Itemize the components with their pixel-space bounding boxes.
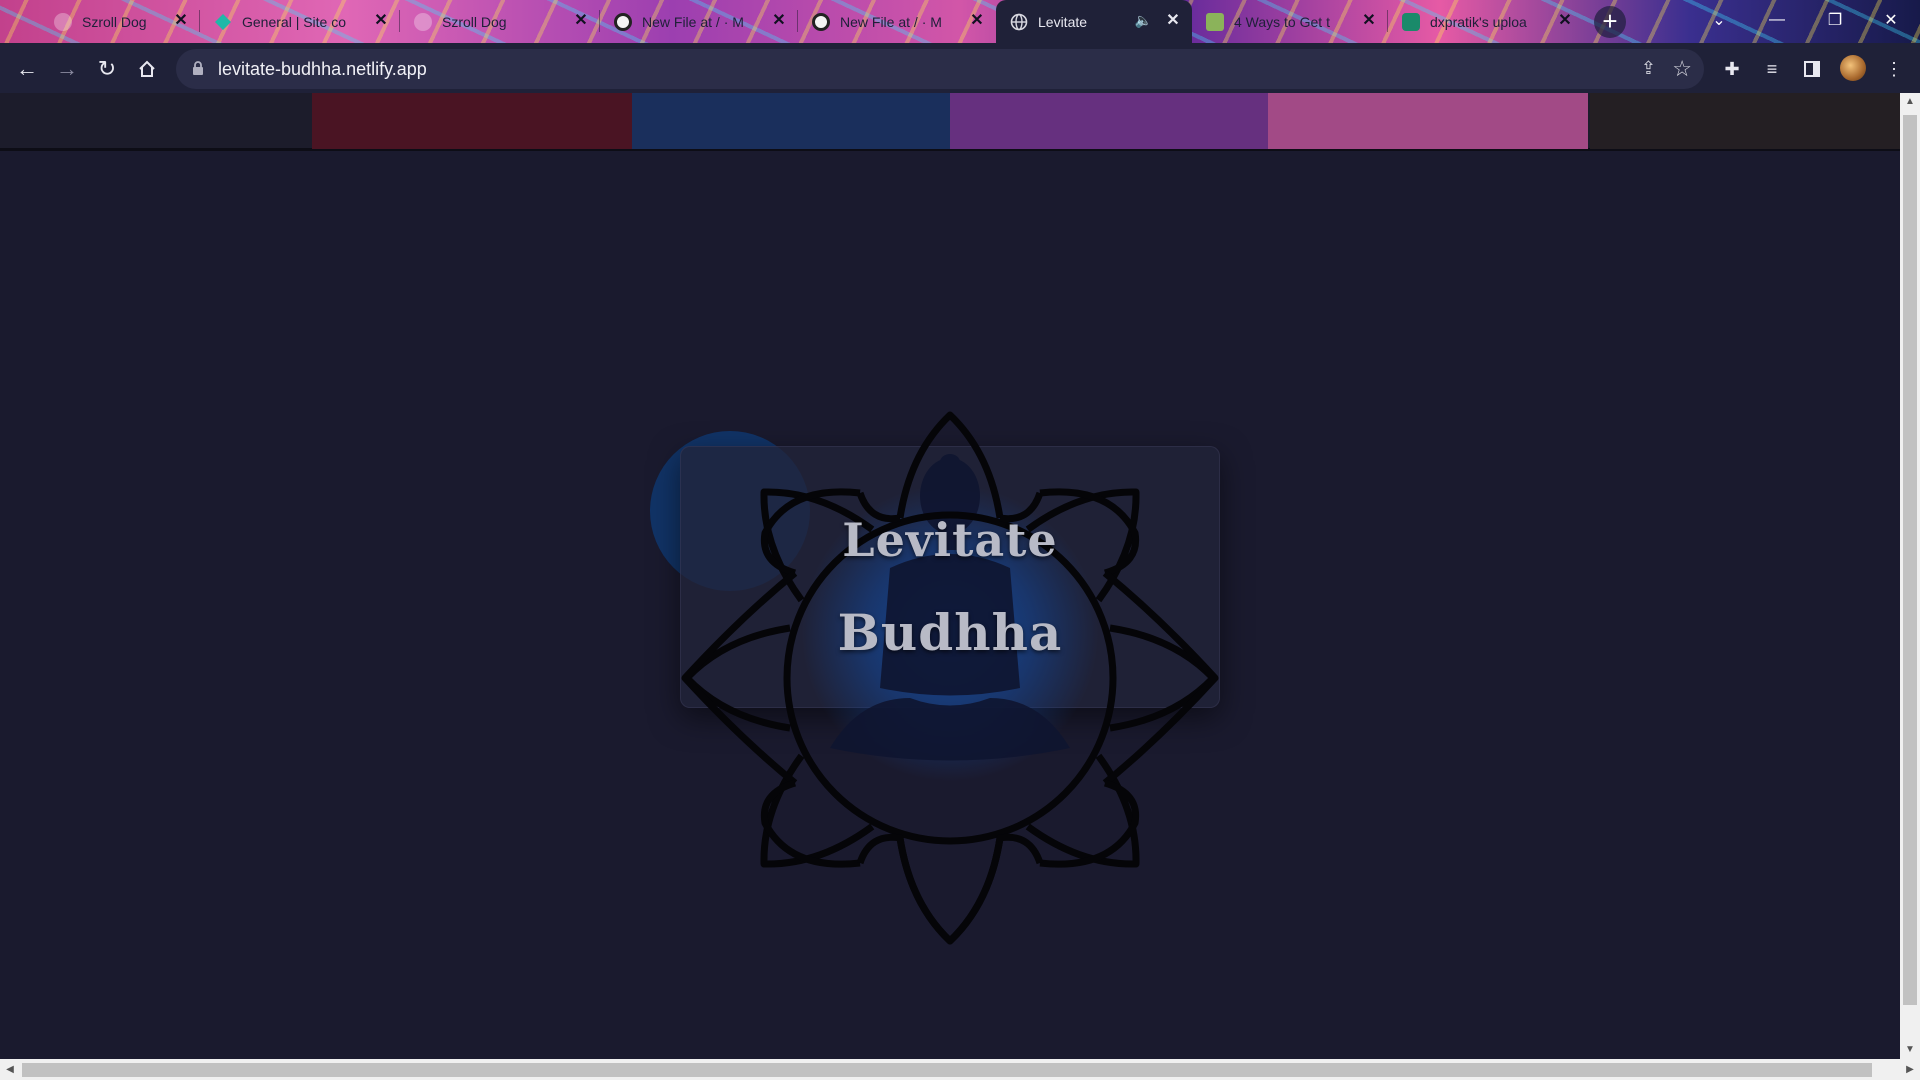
tab-title: Levitate	[1038, 13, 1088, 30]
tab-3[interactable]: New File at / · M ✕	[600, 0, 798, 43]
page-viewport: Levitate Budhha	[0, 93, 1900, 1059]
close-window-icon[interactable]: ✕	[1862, 0, 1920, 40]
brand-title-line-1: Levitate	[842, 513, 1058, 567]
restore-icon[interactable]: ❐	[1806, 0, 1864, 40]
site-navbar	[0, 93, 1900, 151]
url-text[interactable]: levitate-budhha.netlify.app	[218, 59, 427, 80]
close-icon[interactable]: ✕	[1360, 12, 1378, 30]
horizontal-scroll-thumb[interactable]	[22, 1063, 1872, 1077]
tab-6[interactable]: 4 Ways to Get t ✕	[1192, 0, 1388, 43]
media-controls-icon[interactable]: ≡	[1758, 55, 1786, 83]
minimize-icon[interactable]: —	[1748, 0, 1806, 40]
github-icon	[812, 12, 830, 31]
tab-4[interactable]: New File at / · M ✕	[798, 0, 996, 43]
tab-1[interactable]: General | Site co ✕	[200, 0, 400, 43]
brand-title-line-2: Budhha	[837, 603, 1063, 662]
back-icon[interactable]: ←	[10, 52, 44, 86]
nav-segment-blue[interactable]	[632, 93, 950, 149]
forward-icon[interactable]: →	[50, 52, 84, 86]
tab-2[interactable]: Szroll Dog ✕	[400, 0, 600, 43]
scroll-up-icon[interactable]: ▲	[1900, 93, 1920, 111]
scroll-left-icon[interactable]: ◀	[0, 1059, 20, 1080]
share-icon[interactable]: ⇪	[1641, 58, 1656, 79]
audio-icon[interactable]: 🔈	[1135, 12, 1152, 29]
close-icon[interactable]: ✕	[1164, 12, 1182, 30]
tab-search-icon[interactable]: ⌄	[1690, 0, 1748, 40]
netlify-icon	[214, 13, 232, 31]
scroll-down-icon[interactable]: ▼	[1900, 1041, 1920, 1059]
github-icon	[614, 12, 632, 31]
home-icon[interactable]	[130, 52, 164, 86]
tab-title: 4 Ways to Get t	[1234, 13, 1330, 30]
globe-icon	[1010, 13, 1028, 31]
tab-title: General | Site co	[242, 13, 347, 30]
close-icon[interactable]: ✕	[968, 12, 986, 30]
vertical-scrollbar[interactable]: ▲ ▼	[1900, 93, 1920, 1059]
browser-toolbar: ← → ↻ levitate-budhha.netlify.app ⇪ ☆ ✚ …	[0, 43, 1920, 93]
tab-strip: Szroll Dog ✕ General | Site co ✕ Szroll …	[0, 0, 1920, 43]
side-panel-icon[interactable]	[1798, 55, 1826, 83]
lotus-mandala-icon	[681, 411, 1219, 945]
lock-icon[interactable]	[192, 61, 204, 75]
close-icon[interactable]: ✕	[770, 12, 788, 30]
close-icon[interactable]: ✕	[372, 12, 390, 30]
tab-title: Szroll Dog	[442, 13, 507, 30]
szroll-icon	[414, 12, 432, 31]
szroll-icon	[54, 12, 72, 31]
vertical-scroll-thumb[interactable]	[1903, 115, 1917, 1005]
tab-5-active[interactable]: Levitate 🔈 ✕	[996, 0, 1192, 43]
tab-title: New File at / · M	[840, 13, 942, 30]
nav-segment-red[interactable]	[312, 93, 632, 149]
tab-title: dxpratik's uploa	[1430, 13, 1527, 30]
wikihow-icon	[1206, 12, 1224, 31]
close-icon[interactable]: ✕	[1556, 12, 1574, 30]
extensions-icon[interactable]: ✚	[1718, 55, 1746, 83]
close-icon[interactable]: ✕	[572, 12, 590, 30]
tab-0[interactable]: Szroll Dog ✕	[40, 0, 200, 43]
chat-icon	[1402, 12, 1420, 31]
profile-avatar[interactable]	[1840, 55, 1866, 81]
reload-icon[interactable]: ↻	[90, 52, 124, 86]
tab-title: New File at / · M	[642, 13, 744, 30]
address-bar[interactable]: levitate-budhha.netlify.app ⇪ ☆	[176, 49, 1704, 89]
nav-segment-pink[interactable]	[1268, 93, 1588, 149]
close-icon[interactable]: ✕	[172, 12, 190, 30]
scroll-right-icon[interactable]: ▶	[1900, 1059, 1920, 1080]
nav-right-block	[1590, 93, 1900, 149]
menu-kebab-icon[interactable]: ⋮	[1880, 55, 1908, 83]
bookmark-star-icon[interactable]: ☆	[1672, 56, 1692, 82]
new-tab-button[interactable]: +	[1594, 6, 1626, 38]
nav-segment-purple[interactable]	[950, 93, 1268, 149]
tab-7[interactable]: dxpratik's uploa ✕	[1388, 0, 1584, 43]
horizontal-scrollbar[interactable]: ◀ ▶	[0, 1059, 1920, 1080]
